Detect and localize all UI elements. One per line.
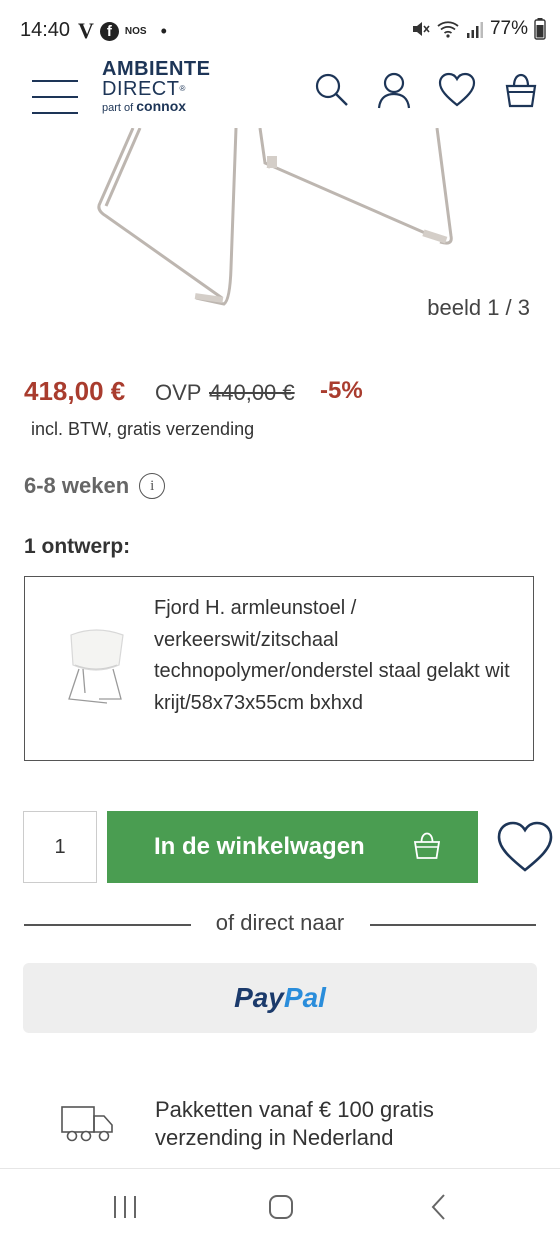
account-icon[interactable] — [374, 70, 414, 110]
image-counter: beeld 1 / 3 — [427, 295, 530, 320]
status-right-icons: 77% — [410, 18, 546, 40]
paypal-logo-part1: Pay — [234, 982, 284, 1013]
nos-app-icon: NOS — [124, 25, 147, 37]
battery-icon — [534, 18, 546, 40]
chair-thumbnail — [68, 629, 124, 704]
ovp-label: OVP — [155, 380, 202, 405]
battery-percent: 77% — [489, 18, 528, 39]
logo-line2: DIRECT® — [102, 78, 186, 100]
discount-badge: -5% — [320, 377, 363, 404]
design-heading: 1 ontwerp: — [24, 535, 131, 558]
back-icon[interactable] — [424, 1192, 454, 1222]
wifi-icon — [437, 21, 459, 38]
home-icon[interactable] — [266, 1192, 296, 1222]
status-time: 14:40 — [20, 19, 71, 41]
variant-option[interactable]: Fjord H. armleunstoel / verkeerswit/zits… — [24, 576, 534, 761]
divider-line-right — [370, 924, 536, 926]
logo[interactable]: AMBIENTE DIRECT® part of connox — [102, 58, 210, 116]
delivery-time: 6-8 weken i — [24, 473, 166, 499]
quantity-input[interactable]: 1 — [23, 811, 97, 883]
truck-icon — [61, 1106, 113, 1142]
wishlist-heart-icon[interactable] — [496, 818, 554, 876]
variant-description: Fjord H. armleunstoel / verkeerswit/zits… — [154, 597, 510, 714]
original-price: 440,00 € — [209, 380, 295, 405]
facebook-icon: f — [99, 21, 119, 41]
recent-apps-icon[interactable] — [110, 1192, 140, 1222]
search-icon[interactable] — [312, 70, 352, 110]
system-nav-bar — [0, 1170, 560, 1244]
price: 418,00 € — [24, 376, 126, 406]
menu-icon[interactable] — [32, 72, 78, 114]
alternative-divider: of direct naar — [24, 910, 536, 940]
status-bar: 14:40 V f NOS • 77% — [0, 0, 560, 62]
delivery-time-text: 6-8 weken — [24, 473, 130, 498]
v-app-icon: V — [78, 18, 94, 43]
heart-icon[interactable] — [437, 70, 477, 110]
paypal-button[interactable]: Pay Pal — [23, 963, 537, 1033]
site-header: AMBIENTE DIRECT® part of connox — [0, 58, 560, 128]
logo-line1: AMBIENTE — [102, 58, 211, 80]
mute-icon — [412, 22, 430, 36]
shipping-line2: verzending in Nederland — [155, 1125, 394, 1150]
status-left-icons: V f NOS • — [78, 18, 167, 44]
more-notifications-dot-icon: • — [160, 21, 167, 41]
logo-tagline: part of connox — [102, 98, 187, 114]
nav-separator — [0, 1168, 560, 1169]
add-to-cart-button[interactable]: In de winkelwagen — [107, 811, 478, 883]
signal-icon — [466, 22, 483, 38]
cart-icon[interactable] — [501, 70, 541, 110]
shipping-line1: Pakketten vanaf € 100 gratis — [155, 1097, 434, 1122]
vat-note: incl. BTW, gratis verzending — [31, 419, 255, 439]
shipping-info: Pakketten vanaf € 100 gratis verzending … — [155, 1096, 434, 1152]
cart-icon — [413, 832, 441, 859]
add-to-cart-label: In de winkelwagen — [154, 833, 365, 860]
paypal-logo-part2: Pal — [283, 982, 326, 1013]
divider-text: of direct naar — [215, 910, 345, 935]
info-icon[interactable]: i — [139, 473, 166, 499]
